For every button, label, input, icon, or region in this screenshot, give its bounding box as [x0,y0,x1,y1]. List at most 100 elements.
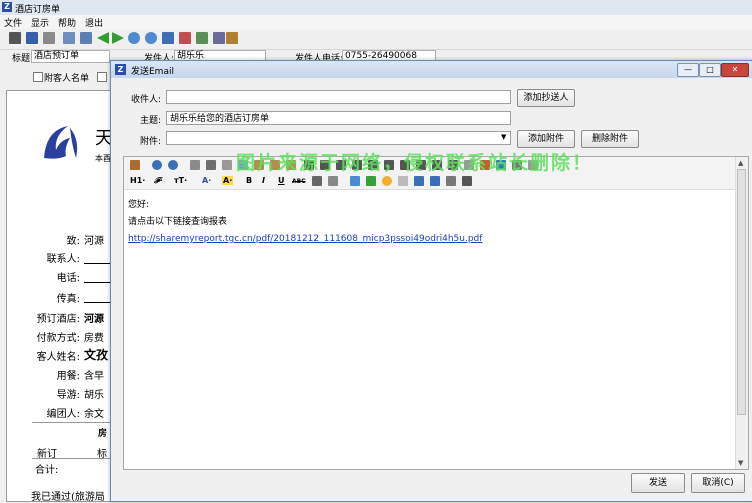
email-body[interactable]: 您好: 请点击以下链接查询报表 http://sharemyreport.tgc… [128,197,482,248]
font-size-dropdown[interactable]: тT· [174,176,187,185]
zoom-out-icon[interactable] [145,32,157,44]
doc-label-phone: 电话: [56,273,80,284]
preview-icon[interactable] [80,32,92,44]
text-color-dropdown[interactable]: A· [202,176,211,185]
font-family-dropdown[interactable]: 𝓕· [154,176,163,186]
attachment-select[interactable] [166,131,511,145]
menu-help[interactable]: 帮助 [58,16,76,29]
recipient-input[interactable] [166,90,511,104]
doc-value-guide: 胡乐 [84,390,104,401]
export-icon[interactable] [179,32,191,44]
doc-label-guide: 导游: [56,390,80,401]
filter-icon[interactable] [162,32,174,44]
dialog-title: 发送Email [131,67,174,77]
emoticon-icon[interactable] [382,176,392,186]
add-cc-button[interactable]: 添加抄送人 [517,89,575,107]
settings-icon[interactable] [213,32,225,44]
editor-scrollbar[interactable]: ▲ ▼ [735,157,748,469]
send-button[interactable]: 发送 [631,473,685,493]
doc-line-phone [84,282,110,283]
menu-exit[interactable]: 退出 [85,16,103,29]
doc-label-payment: 付款方式: [36,333,80,344]
window-title: 酒店订房单 [15,5,61,15]
menu-file[interactable]: 文件 [4,16,22,29]
image-icon[interactable] [366,176,376,186]
strikethrough-button[interactable]: ABC [292,178,306,185]
room-table-header: 房 [98,429,108,439]
next-page-icon[interactable] [112,32,124,44]
italic-button[interactable]: I [262,176,265,185]
doc-value-payment: 房费 [84,333,104,344]
eraser-icon[interactable] [328,176,338,186]
dialog-title-bar: Z 发送Email — □ ✕ [111,61,752,78]
bold-button[interactable]: B [246,176,252,185]
email-icon[interactable] [196,32,208,44]
subject-input[interactable]: 胡乐乐给您的酒店订房单 [166,111,511,125]
doc-label-contact: 联系人: [46,254,80,265]
main-toolbar [0,29,752,50]
document-icon[interactable] [43,32,55,44]
doc-label-to: 致: [66,236,80,247]
doc-label-organizer: 编团人: [46,409,80,420]
second-checkbox[interactable] [97,72,107,82]
document-footer-text: 我已通过(旅游局 [31,492,105,503]
link-icon[interactable] [430,176,440,186]
doc-label-hotel: 预订酒店: [36,314,80,325]
email-editor[interactable]: H1· 𝓕· тT· A· A· B I U ABC 您好: 请点击以下链接查询… [123,156,749,470]
doc-value-organizer: 余文 [84,409,104,420]
close-icon[interactable]: ✕ [721,63,749,77]
room-table-divider [32,458,110,459]
doc-line-fax [84,302,110,303]
menu-view[interactable]: 显示 [31,16,49,29]
doc-label-meal: 用餐: [56,371,80,382]
redo-icon[interactable] [168,160,178,170]
title-label: 标题: [12,54,34,64]
undo-icon[interactable] [152,160,162,170]
anchor-icon[interactable] [414,176,424,186]
add-attachment-button[interactable]: 添加附件 [517,130,575,148]
delete-attachment-button[interactable]: 删除附件 [581,130,639,148]
main-title-bar: Z 酒店订房单 [0,0,752,16]
app-icon: Z [2,2,12,12]
maximize-icon[interactable]: □ [699,63,721,77]
heading-dropdown[interactable]: H1· [130,176,145,185]
doc-line-contact [84,263,110,264]
doc-value-to: 河源 [84,236,104,247]
doc-label-fax: 传真: [56,294,80,305]
save-icon[interactable] [26,32,38,44]
exit-door-icon[interactable] [226,32,238,44]
editor-toolbar-2: H1· 𝓕· тT· A· A· B I U ABC [124,173,736,190]
unlink-icon[interactable] [446,176,456,186]
print-template-icon[interactable] [9,32,21,44]
report-link[interactable]: http://sharemyreport.tgc.cn/pdf/20181212… [128,234,482,244]
preview-doc-icon[interactable] [190,160,200,170]
email-greeting: 您好: [128,200,150,210]
table-icon[interactable] [350,176,360,186]
source-icon[interactable] [130,160,140,170]
scroll-up-icon[interactable]: ▲ [738,159,743,167]
guest-list-checkbox-row: 附客人名单 [0,69,110,84]
title-field[interactable]: 酒店预订单 [31,50,110,63]
print-icon[interactable] [63,32,75,44]
cancel-button[interactable]: 取消(C) [691,473,745,493]
room-table [32,422,110,423]
minimize-icon[interactable]: — [677,63,699,77]
prev-page-icon[interactable] [97,32,109,44]
highlight-color-dropdown[interactable]: A· [222,176,234,185]
editor-print-icon[interactable] [206,160,216,170]
menu-bar: 文件 显示 帮助 退出 [0,15,752,29]
recipient-label: 收件人: [130,95,161,105]
guest-list-checkbox[interactable] [33,72,43,82]
zoom-in-icon[interactable] [128,32,140,44]
doc-value-meal: 含早 [84,371,104,382]
attachment-label: 附件: [139,137,161,147]
hr-icon[interactable] [398,176,408,186]
format-painter-icon[interactable] [312,176,322,186]
scroll-thumb[interactable] [737,169,746,415]
chevron-down-icon[interactable]: ▼ [501,133,506,141]
scroll-down-icon[interactable]: ▼ [738,459,743,467]
underline-button[interactable]: U [278,176,285,185]
code-icon[interactable] [462,176,472,186]
cut-icon[interactable] [222,160,232,170]
doc-value-guest: 文孜 [84,348,109,362]
